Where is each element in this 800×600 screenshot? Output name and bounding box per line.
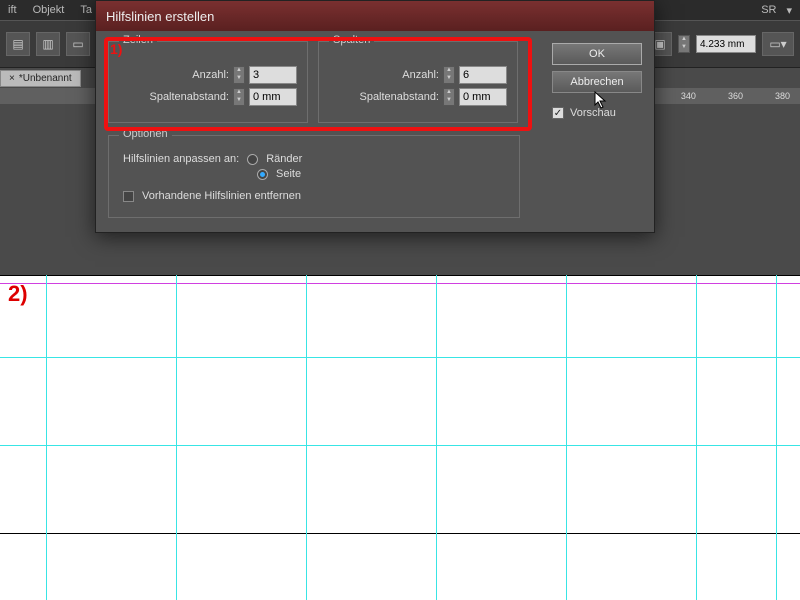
guide-horizontal[interactable] (0, 445, 800, 446)
align-icon[interactable]: ▭ (66, 32, 90, 56)
document-tab-name: *Unbenannt (19, 73, 72, 84)
ok-button[interactable]: OK (552, 43, 642, 65)
ruler-mark: 360 (728, 91, 743, 101)
dimension-field[interactable] (696, 35, 756, 53)
guide-vertical[interactable] (46, 275, 47, 600)
guide-vertical[interactable] (566, 275, 567, 600)
radio-page-label: Seite (276, 168, 301, 180)
page: 2) (0, 275, 800, 600)
options-fieldset: Optionen Hilfslinien anpassen an: Ränder… (108, 135, 520, 218)
remove-existing-checkbox[interactable] (123, 191, 134, 202)
guide-vertical[interactable] (176, 275, 177, 600)
stepper[interactable]: ▲▼ (443, 66, 455, 84)
close-icon[interactable]: × (9, 73, 15, 84)
fit-to-label: Hilfslinien anpassen an: (123, 153, 239, 165)
cols-count-input[interactable] (459, 66, 507, 84)
menu-item[interactable]: Objekt (33, 4, 65, 16)
radio-margins[interactable] (247, 154, 258, 165)
fieldset-legend: Optionen (119, 128, 172, 140)
menu-item[interactable]: ift (8, 4, 17, 16)
dropdown-icon[interactable]: ▭▾ (762, 32, 794, 56)
rows-fieldset: Zeilen Anzahl: ▲▼ Spaltenabstand: ▲▼ (108, 41, 308, 123)
stepper[interactable]: ▲▼ (233, 66, 245, 84)
stepper[interactable]: ▲▼ (678, 35, 690, 53)
radio-page[interactable] (257, 169, 268, 180)
page-edge (0, 533, 800, 534)
chevron-down-icon[interactable]: ▾ (786, 4, 792, 17)
fieldset-legend: Spalten (329, 34, 374, 46)
guide-vertical[interactable] (306, 275, 307, 600)
fieldset-legend: Zeilen (119, 34, 157, 46)
document-tabs: × *Unbenannt (0, 68, 81, 88)
cancel-button[interactable]: Abbrechen (552, 71, 642, 93)
rows-gutter-label: Spaltenabstand: (149, 91, 229, 103)
preview-label: Vorschau (570, 107, 616, 119)
guide-horizontal[interactable] (0, 357, 800, 358)
rows-gutter-input[interactable] (249, 88, 297, 106)
columns-fieldset: Spalten Anzahl: ▲▼ Spaltenabstand: ▲▼ (318, 41, 518, 123)
workspace-label[interactable]: SR (761, 4, 776, 16)
guide-vertical[interactable] (436, 275, 437, 600)
menu-item[interactable]: Ta (80, 4, 92, 16)
document-tab[interactable]: × *Unbenannt (0, 70, 81, 87)
highlight-label: 1) (110, 41, 122, 57)
rows-count-input[interactable] (249, 66, 297, 84)
align-icon[interactable]: ▥ (36, 32, 60, 56)
step-label: 2) (8, 281, 28, 307)
canvas[interactable]: 2) (0, 275, 800, 600)
guide-vertical[interactable] (776, 275, 777, 600)
radio-margins-label: Ränder (266, 153, 302, 165)
create-guides-dialog: Hilfslinien erstellen Zeilen Anzahl: ▲▼ … (95, 0, 655, 233)
dialog-title: Hilfslinien erstellen (96, 1, 654, 31)
ruler-mark: 340 (681, 91, 696, 101)
stepper[interactable]: ▲▼ (233, 88, 245, 106)
guide-vertical[interactable] (696, 275, 697, 600)
stepper[interactable]: ▲▼ (443, 88, 455, 106)
ruler-mark: 380 (775, 91, 790, 101)
margin-guide (0, 283, 800, 284)
rows-count-label: Anzahl: (192, 69, 229, 81)
cols-gutter-label: Spaltenabstand: (359, 91, 439, 103)
align-icon[interactable]: ▤ (6, 32, 30, 56)
cols-count-label: Anzahl: (402, 69, 439, 81)
preview-checkbox[interactable]: ✓ (552, 107, 564, 119)
cols-gutter-input[interactable] (459, 88, 507, 106)
remove-existing-label: Vorhandene Hilfslinien entfernen (142, 190, 301, 202)
